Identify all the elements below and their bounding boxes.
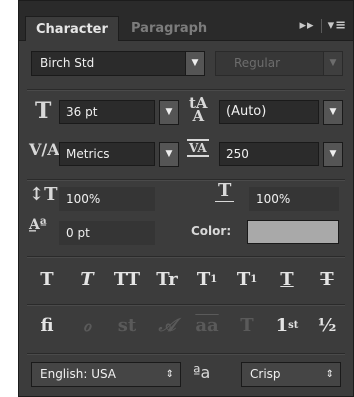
chevron-down-icon[interactable]: ▼ [159, 142, 179, 167]
opentype-buttons-row: fi ℴ st 𝒜 aa T 1st ½ [31, 310, 343, 340]
font-size-field[interactable]: 36 pt [59, 100, 155, 124]
kerning-field[interactable]: Metrics [59, 142, 155, 166]
tools-divider [320, 18, 322, 33]
swash-glyph: 𝒜 [158, 314, 176, 336]
leading-value: (Auto) [226, 104, 267, 119]
ligatures-button[interactable]: fi [31, 310, 63, 340]
strikethrough-glyph: T [320, 268, 334, 290]
discretionary-ligatures-button: ℴ [71, 310, 103, 340]
updown-icon: ⇕ [165, 369, 174, 380]
ordinals-button[interactable]: 1st [271, 310, 303, 340]
fractions-glyph: ½ [317, 314, 337, 336]
tracking-icon: VA [187, 139, 209, 157]
small-caps-glyph: Tr [156, 268, 178, 290]
faux-italic-button[interactable]: T [71, 264, 103, 294]
panel-menu-icon[interactable]: ▾≡ [328, 18, 347, 33]
ligatures-glyph: fi [40, 314, 54, 336]
subscript-mark: 1 [250, 273, 258, 285]
titling-button: T [231, 310, 263, 340]
divider [27, 89, 345, 90]
swash-button: 𝒜 [151, 310, 183, 340]
horizontal-scale-field[interactable]: 100% [249, 187, 339, 211]
underline-button[interactable]: T [271, 264, 303, 294]
font-size-icon: T [35, 98, 52, 124]
small-caps-button[interactable]: Tr [151, 264, 183, 294]
ordinals-glyph: 1 [275, 314, 289, 336]
vertical-scale-field[interactable]: 100% [59, 187, 155, 211]
collapse-icon[interactable]: ▸▸ [300, 18, 315, 33]
kerning-value: Metrics [66, 147, 110, 161]
all-caps-button[interactable]: TT [111, 264, 143, 294]
contextual-alternates-button: st [111, 310, 143, 340]
divider [27, 256, 345, 257]
color-label: Color: [191, 224, 232, 238]
tab-character[interactable]: Character [25, 16, 119, 41]
vertical-scale-value: 100% [66, 192, 101, 206]
ordinals-mark: st [288, 319, 299, 331]
contextual-alternates-glyph: st [117, 314, 137, 336]
panel-tab-bar: Character Paragraph ▸▸ ▾≡ [19, 1, 353, 41]
divider [27, 179, 345, 180]
antialias-dropdown[interactable]: Crisp ⇕ [241, 362, 341, 387]
tracking-value: 250 [226, 147, 249, 161]
font-style-dropdown[interactable]: Regular ▼ [215, 51, 343, 76]
stylistic-alternates-glyph: aa [195, 314, 219, 336]
baseline-shift-icon: Aª ‾ [29, 217, 47, 245]
subscript-glyph: T [236, 268, 251, 290]
all-caps-glyph: TT [113, 268, 141, 290]
faux-bold-button[interactable]: T [31, 264, 63, 294]
style-buttons-row: T T TT Tr T1 T1 T T [31, 264, 343, 294]
tracking-field[interactable]: 250 [219, 142, 319, 166]
character-panel: Character Paragraph ▸▸ ▾≡ Birch Std ▼ Reg… [18, 0, 354, 397]
divider [27, 353, 345, 354]
superscript-mark: 1 [210, 273, 218, 285]
chevron-down-icon[interactable]: ▼ [323, 142, 343, 167]
vertical-scale-icon: ↕T [29, 184, 58, 205]
chevron-down-icon[interactable]: ▼ [159, 100, 179, 125]
tab-paragraph[interactable]: Paragraph [121, 16, 217, 41]
subscript-button[interactable]: T1 [231, 264, 263, 294]
font-style-value: Regular [234, 56, 281, 70]
strikethrough-button[interactable]: T [311, 264, 343, 294]
stylistic-alternates-button: aa [191, 310, 223, 340]
baseline-shift-value: 0 pt [66, 226, 90, 240]
fractions-button[interactable]: ½ [311, 310, 343, 340]
faux-bold-glyph: T [40, 268, 54, 290]
leading-field[interactable]: (Auto) [219, 100, 319, 124]
horizontal-scale-value: 100% [256, 192, 291, 206]
leading-icon: tA A [189, 94, 208, 125]
superscript-button[interactable]: T1 [191, 264, 223, 294]
faux-italic-glyph: T [80, 268, 94, 290]
chevron-down-icon[interactable]: ▼ [185, 51, 205, 76]
baseline-shift-field[interactable]: 0 pt [59, 221, 155, 245]
titling-glyph: T [240, 314, 254, 336]
horizontal-scale-icon: T [215, 181, 235, 202]
panel-tools: ▸▸ ▾≡ [300, 18, 347, 33]
font-family-dropdown[interactable]: Birch Std ▼ [31, 51, 205, 76]
font-family-value: Birch Std [40, 56, 95, 70]
language-dropdown[interactable]: English: USA ⇕ [31, 362, 181, 387]
kerning-icon: V/A [29, 140, 60, 159]
superscript-glyph: T [196, 268, 211, 290]
chevron-down-icon[interactable]: ▼ [323, 100, 343, 125]
color-swatch[interactable] [247, 220, 339, 244]
language-value: English: USA [40, 367, 117, 381]
divider [27, 304, 345, 305]
underline-glyph: T [280, 268, 294, 290]
antialias-value: Crisp [250, 367, 281, 381]
antialias-icon: ªa [193, 363, 211, 382]
font-size-value: 36 pt [66, 105, 98, 119]
chevron-down-icon[interactable]: ▼ [323, 51, 343, 76]
updown-icon: ⇕ [325, 369, 334, 380]
discretionary-ligatures-glyph: ℴ [82, 314, 92, 336]
